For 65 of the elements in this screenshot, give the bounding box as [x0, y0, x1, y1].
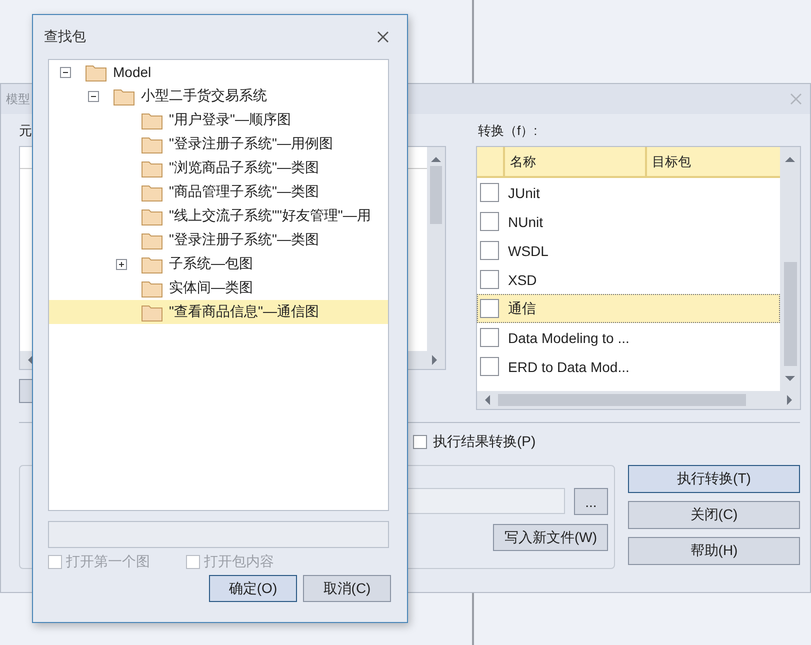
path-field[interactable]	[48, 521, 389, 548]
checkbox[interactable]	[480, 183, 499, 202]
scrollbar-thumb[interactable]	[430, 166, 442, 224]
tree-item[interactable]: "线上交流子系统""好友管理"—用	[49, 204, 388, 228]
scroll-arrow-icon[interactable]	[785, 394, 794, 406]
write-new-file-button[interactable]: 写入新文件(W)	[493, 524, 608, 551]
scrollbar-thumb[interactable]	[498, 394, 746, 406]
tree-item[interactable]: "商品管理子系统"—类图	[49, 180, 388, 204]
checkbox[interactable]	[480, 299, 499, 318]
folder-icon	[141, 302, 163, 322]
transform-row[interactable]: XSD	[477, 265, 780, 294]
transform-row[interactable]: JUnit	[477, 178, 780, 207]
transform-row[interactable]: 通信	[477, 294, 780, 323]
checkbox[interactable]	[480, 328, 499, 347]
checkbox-label: 执行结果转换(P)	[433, 433, 536, 451]
dialog-button[interactable]: 帮助(H)	[628, 537, 800, 565]
scroll-arrow-icon[interactable]	[784, 374, 796, 383]
checkbox[interactable]	[413, 435, 427, 449]
transform-row[interactable]: WSDL	[477, 236, 780, 265]
dialog-button[interactable]: 执行转换(T)	[628, 465, 800, 493]
tree-item[interactable]: Model	[49, 60, 388, 84]
dialog-button[interactable]: 关闭(C)	[628, 501, 800, 529]
checkbox[interactable]	[480, 357, 499, 376]
folder-icon	[141, 230, 163, 250]
folder-icon	[141, 278, 163, 298]
folder-icon	[141, 254, 163, 274]
tree-item[interactable]: 实体间—类图	[49, 276, 388, 300]
scroll-arrow-icon[interactable]	[430, 155, 442, 164]
tree-item[interactable]: "用户登录"—顺序图	[49, 108, 388, 132]
folder-icon	[141, 158, 163, 178]
folder-icon	[141, 206, 163, 226]
transform-label: 转换（f）:	[478, 122, 538, 140]
collapse-icon[interactable]	[60, 66, 71, 78]
folder-icon	[141, 134, 163, 154]
browse-button[interactable]: ...	[574, 488, 608, 515]
column-header[interactable]: 名称	[503, 147, 645, 176]
collapse-icon[interactable]	[88, 90, 99, 102]
scrollbar-thumb[interactable]	[784, 262, 796, 366]
dialog-button[interactable]: 确定(O)	[209, 575, 297, 602]
tree-item[interactable]: 子系统—包图	[49, 252, 388, 276]
folder-icon	[141, 182, 163, 202]
expand-icon[interactable]	[116, 258, 127, 270]
folder-icon	[113, 86, 135, 106]
checkbox[interactable]	[480, 241, 499, 260]
element-label: 元	[19, 122, 32, 140]
tree-item[interactable]: "查看商品信息"—通信图	[49, 300, 388, 324]
scroll-arrow-icon[interactable]	[430, 354, 439, 366]
checkbox[interactable]	[480, 212, 499, 231]
scroll-arrow-icon[interactable]	[483, 394, 492, 406]
close-icon[interactable]	[377, 31, 389, 43]
tree-item[interactable]: "登录注册子系统"—用例图	[49, 132, 388, 156]
checkbox[interactable]	[480, 270, 499, 289]
transform-row[interactable]: Data Modeling to ...	[477, 323, 780, 352]
window-title: 模型	[6, 90, 30, 108]
folder-icon	[141, 110, 163, 130]
tree-item[interactable]: "浏览商品子系统"—类图	[49, 156, 388, 180]
checkbox-label: 打开包内容	[204, 553, 274, 571]
dialog-button[interactable]: 取消(C)	[303, 575, 391, 602]
checkbox-label: 打开第一个图	[66, 553, 150, 571]
transform-row[interactable]: ERD to Data Mod...	[477, 352, 780, 381]
tree-item[interactable]: "登录注册子系统"—类图	[49, 228, 388, 252]
tree-item[interactable]: 小型二手货交易系统	[49, 84, 388, 108]
transform-row[interactable]: NUnit	[477, 207, 780, 236]
dialog-title: 查找包	[44, 28, 86, 46]
scroll-arrow-icon[interactable]	[784, 155, 796, 164]
